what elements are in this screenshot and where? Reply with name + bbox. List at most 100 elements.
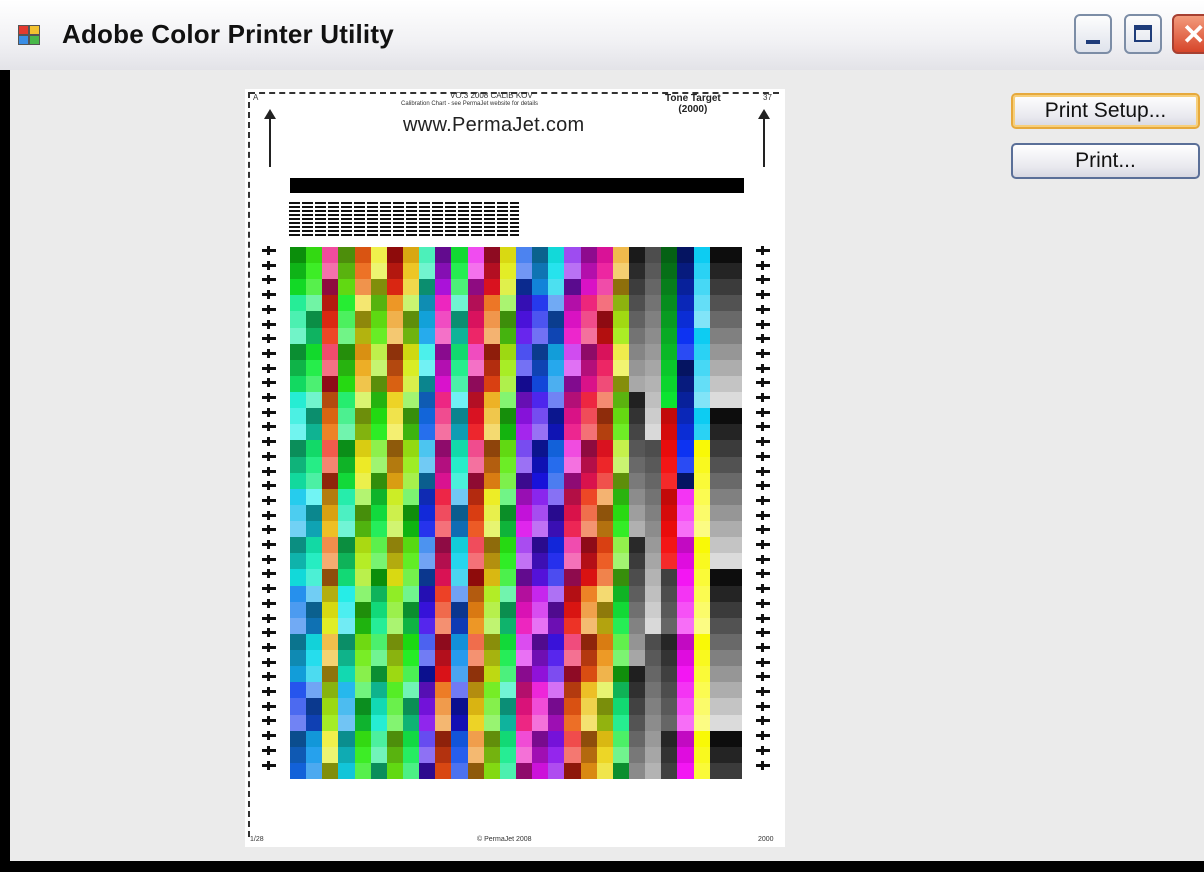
close-button[interactable]: ✕ — [1172, 14, 1204, 54]
color-patch — [386, 730, 403, 747]
color-patch — [451, 650, 468, 667]
color-patch — [725, 730, 742, 747]
color-patch — [725, 633, 742, 651]
color-patch — [612, 730, 629, 747]
registration-mark — [756, 760, 770, 770]
color-patch — [548, 617, 565, 634]
color-patch — [677, 359, 694, 376]
color-patch — [402, 730, 420, 747]
color-patch — [532, 343, 549, 360]
registration-mark — [756, 731, 770, 741]
title-bar[interactable]: Adobe Color Printer Utility ✕ — [0, 0, 1204, 70]
color-patch — [370, 295, 387, 312]
color-patch — [532, 311, 549, 328]
color-patch — [290, 392, 307, 409]
close-icon: ✕ — [1182, 19, 1204, 50]
color-patch — [693, 408, 710, 425]
color-patch — [725, 666, 742, 683]
color-patch — [483, 279, 500, 296]
color-patch — [580, 279, 597, 296]
color-patch — [628, 682, 646, 699]
color-patch — [628, 279, 646, 296]
color-patch — [435, 746, 452, 763]
color-patch — [709, 424, 726, 441]
print-button[interactable]: Print... — [1011, 143, 1200, 179]
minimize-icon — [1086, 40, 1100, 44]
color-patch — [370, 762, 387, 779]
color-patch — [532, 682, 549, 699]
color-patch — [370, 375, 387, 393]
print-preview: A 37 VO.3 2008 CALIB KOV Calibration Cha… — [245, 89, 785, 847]
color-patch — [677, 311, 694, 328]
color-patch — [693, 698, 710, 715]
color-patch — [661, 585, 678, 602]
color-patch — [612, 359, 629, 376]
color-patch — [354, 714, 371, 731]
color-patch — [612, 521, 629, 538]
color-patch — [548, 601, 565, 618]
color-patch — [306, 650, 323, 667]
color-patch — [580, 327, 597, 344]
color-patch — [677, 263, 694, 280]
color-patch — [596, 601, 613, 618]
color-patch — [338, 456, 355, 473]
registration-mark — [262, 716, 276, 726]
color-patch — [709, 553, 726, 570]
registration-mark — [262, 687, 276, 696]
color-patch — [370, 553, 387, 570]
registration-mark — [262, 613, 276, 623]
color-patch — [725, 263, 742, 280]
color-patch — [306, 553, 323, 570]
corner-label-top-right: 37 — [763, 93, 772, 102]
color-patch — [338, 375, 355, 393]
color-patch — [709, 746, 726, 763]
color-patch — [435, 666, 452, 683]
color-patch — [290, 263, 307, 280]
color-patch — [515, 263, 533, 280]
minimize-button[interactable] — [1074, 14, 1112, 54]
registration-mark — [262, 657, 276, 667]
color-patch — [402, 553, 420, 570]
color-patch — [548, 392, 565, 409]
color-patch — [515, 327, 533, 344]
color-patch — [661, 263, 678, 280]
target-label-block: Tone Target (2000) — [665, 93, 721, 115]
color-patch — [612, 746, 629, 763]
color-patch — [322, 343, 339, 360]
color-patch — [483, 456, 500, 473]
color-patch — [515, 247, 533, 264]
color-patch — [580, 440, 597, 457]
color-patch — [532, 375, 549, 393]
color-patch — [419, 504, 436, 522]
color-patch — [564, 746, 581, 763]
color-patch — [451, 730, 468, 747]
color-patch — [386, 521, 403, 538]
color-patch — [435, 424, 452, 441]
color-patch — [467, 633, 484, 651]
registration-mark — [756, 701, 770, 711]
color-patch — [725, 279, 742, 296]
color-patch — [402, 408, 420, 425]
color-patch — [306, 762, 323, 779]
color-patch — [677, 456, 694, 473]
color-patch — [435, 601, 452, 618]
color-patch — [725, 343, 742, 360]
color-patch — [467, 295, 484, 312]
print-setup-button[interactable]: Print Setup... — [1011, 93, 1200, 129]
maximize-button[interactable] — [1124, 14, 1162, 54]
color-patch — [677, 730, 694, 747]
color-patch — [419, 633, 436, 651]
registration-mark — [262, 760, 276, 770]
color-patch — [515, 633, 533, 651]
color-patch — [725, 553, 742, 570]
color-patch — [290, 424, 307, 441]
color-patch — [322, 569, 339, 586]
color-patch — [628, 730, 646, 747]
color-patch — [435, 327, 452, 344]
color-patch — [645, 714, 662, 731]
color-patch — [596, 456, 613, 473]
color-patch — [354, 537, 371, 554]
color-patch — [564, 617, 581, 634]
color-patch — [499, 569, 516, 586]
color-patch — [661, 311, 678, 328]
